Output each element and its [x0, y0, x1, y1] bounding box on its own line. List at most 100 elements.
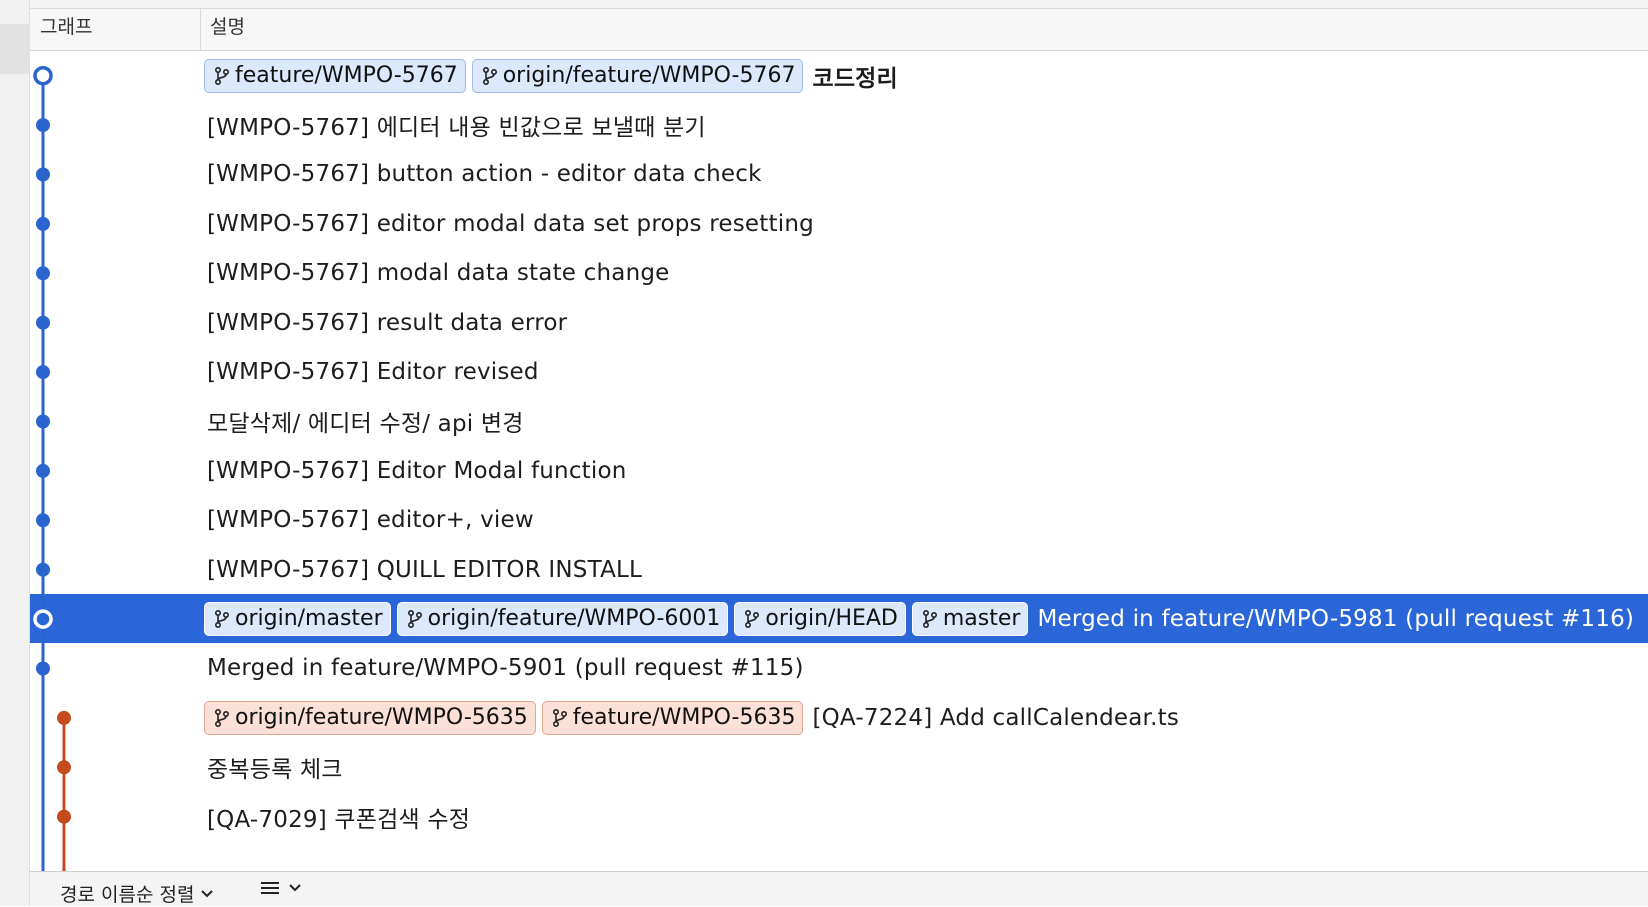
branch-tag[interactable]: feature/WMPO-5635 — [541, 700, 804, 735]
commit-node — [36, 216, 50, 231]
commit-node — [36, 562, 50, 577]
commit-description: origin/feature/WMPO-5635 feature/WMPO-563… — [204, 693, 1179, 742]
column-header: 그래프 설명 — [30, 9, 1648, 51]
branch-icon — [214, 708, 230, 727]
commit-row[interactable]: origin/feature/WMPO-5635 feature/WMPO-563… — [30, 693, 1648, 742]
commit-message: [WMPO-5767] modal data state change — [207, 260, 670, 287]
branch-tag-label: origin/master — [235, 606, 383, 632]
description-column-header[interactable]: 설명 — [200, 9, 245, 50]
commit-node — [36, 414, 50, 429]
commit-message: 중복등록 체크 — [207, 757, 343, 784]
branch-tag-label: feature/WMPO-5767 — [235, 63, 458, 88]
sort-label: 경로 이름순 정렬 — [60, 884, 195, 906]
commit-node — [36, 513, 50, 528]
commit-message: [WMPO-5767] editor modal data set props … — [207, 210, 814, 237]
commit-row[interactable]: 모달삭제/ 에디터 수정/ api 변경 — [30, 397, 1648, 446]
commit-message: [QA-7029] 쿠폰검색 수정 — [207, 806, 471, 833]
branch-tag[interactable]: feature/WMPO-5767 — [204, 58, 466, 93]
commit-row[interactable]: [WMPO-5767] 에디터 내용 빈값으로 보낼때 분기 — [30, 100, 1648, 149]
branch-icon — [745, 609, 760, 628]
sort-dropdown[interactable]: 경로 이름순 정렬 — [60, 880, 214, 907]
list-icon — [261, 882, 279, 894]
branch-tag[interactable]: origin/master — [204, 601, 391, 636]
branch-icon — [922, 609, 937, 628]
branch-tag[interactable]: origin/feature/WMPO-6001 — [396, 601, 729, 636]
commit-node — [57, 710, 71, 725]
branch-icon — [552, 708, 567, 727]
branch-tag-label: master — [942, 606, 1021, 632]
commit-row[interactable]: [WMPO-5767] Editor Modal function — [30, 446, 1648, 495]
branch-icon — [214, 66, 230, 85]
commit-message: [WMPO-5767] Editor Modal function — [207, 457, 627, 484]
commit-row[interactable]: [WMPO-5767] editor modal data set props … — [30, 199, 1648, 248]
graph-column-header[interactable]: 그래프 — [40, 9, 200, 50]
commit-row[interactable]: [WMPO-5767] QUILL EDITOR INSTALL — [30, 545, 1648, 594]
branch-tag[interactable]: origin/feature/WMPO-5635 — [204, 700, 536, 735]
commit-node — [36, 365, 50, 380]
branch-tag-label: origin/feature/WMPO-5635 — [235, 705, 528, 731]
branch-tag[interactable]: origin/HEAD — [734, 601, 906, 636]
commit-node — [33, 609, 53, 629]
branch-tag[interactable]: master — [911, 601, 1029, 636]
commit-description: 모달삭제/ 에디터 수정/ api 변경 — [204, 397, 524, 446]
commit-node — [57, 809, 71, 824]
bottom-toolbar: 경로 이름순 정렬 — [30, 871, 1648, 906]
commit-node — [36, 463, 50, 478]
commit-node — [36, 266, 50, 281]
commit-node — [36, 315, 50, 330]
commit-description: [WMPO-5767] modal data state change — [204, 249, 670, 298]
commit-description: [WMPO-5767] QUILL EDITOR INSTALL — [204, 545, 642, 594]
branch-tag[interactable]: origin/feature/WMPO-5767 — [471, 58, 804, 93]
commit-message: [WMPO-5767] QUILL EDITOR INSTALL — [207, 556, 643, 583]
list-view-dropdown[interactable] — [260, 880, 302, 896]
chevron-down-icon — [201, 889, 214, 897]
commit-row[interactable]: [WMPO-5767] button action - editor data … — [30, 150, 1648, 199]
commit-row[interactable]: [QA-7029] 쿠폰검색 수정 — [30, 792, 1648, 841]
commit-message: [WMPO-5767] editor+, view — [207, 507, 534, 534]
commit-description: Merged in feature/WMPO-5901 (pull reques… — [204, 644, 804, 693]
commit-description: [WMPO-5767] button action - editor data … — [204, 150, 762, 199]
commit-row[interactable]: feature/WMPO-5767 origin/feature/WMPO-576… — [30, 51, 1648, 100]
commit-row[interactable]: [WMPO-5767] result data error — [30, 298, 1648, 347]
commit-description: [WMPO-5767] result data error — [204, 298, 567, 347]
commit-node — [36, 661, 50, 676]
commit-node — [57, 760, 71, 775]
commit-list: feature/WMPO-5767 origin/feature/WMPO-576… — [30, 51, 1648, 871]
commit-description: [QA-7029] 쿠폰검색 수정 — [204, 792, 470, 841]
top-divider — [30, 0, 1648, 9]
branch-tag-label: origin/feature/WMPO-6001 — [427, 606, 721, 632]
chevron-down-icon — [289, 884, 301, 892]
commit-message: [QA-7224] Add callCalendear.ts — [812, 704, 1180, 731]
commit-row[interactable]: [WMPO-5767] Editor revised — [30, 347, 1648, 396]
commit-message: [WMPO-5767] result data error — [207, 309, 568, 336]
commit-row[interactable]: origin/master origin/feature/WMPO-6001 ori… — [30, 594, 1648, 644]
branch-tag-label: origin/HEAD — [765, 606, 898, 632]
branch-tag-label: origin/feature/WMPO-5767 — [502, 63, 796, 88]
commit-description: [WMPO-5767] 에디터 내용 빈값으로 보낼때 분기 — [204, 100, 706, 149]
commit-description: [WMPO-5767] editor+, view — [204, 496, 534, 545]
commit-row[interactable]: Merged in feature/WMPO-5901 (pull reques… — [30, 644, 1648, 693]
commit-node — [36, 167, 50, 182]
commit-message: 모달삭제/ 에디터 수정/ api 변경 — [207, 411, 524, 438]
commit-message: [WMPO-5767] button action - editor data … — [207, 161, 762, 188]
commit-description: [WMPO-5767] Editor Modal function — [204, 446, 627, 495]
branch-icon — [214, 609, 230, 628]
commit-description: [WMPO-5767] Editor revised — [204, 347, 539, 396]
commit-row[interactable]: 중복등록 체크 — [30, 743, 1648, 792]
commit-description: 중복등록 체크 — [204, 743, 343, 792]
commit-message: [WMPO-5767] 에디터 내용 빈값으로 보낼때 분기 — [207, 114, 706, 141]
sidebar-handle[interactable] — [0, 24, 30, 74]
branch-icon — [482, 66, 497, 85]
commit-description: feature/WMPO-5767 origin/feature/WMPO-576… — [204, 51, 898, 100]
commit-row[interactable]: [WMPO-5767] editor+, view — [30, 496, 1648, 545]
commit-graph — [33, 65, 71, 871]
commit-node — [36, 118, 50, 133]
commit-message: 코드정리 — [812, 65, 898, 92]
commit-node — [33, 65, 53, 86]
left-sidebar-strip — [0, 0, 30, 906]
branch-tag-label: feature/WMPO-5635 — [572, 705, 796, 731]
commit-description: [WMPO-5767] editor modal data set props … — [204, 199, 814, 248]
commit-message: Merged in feature/WMPO-5981 (pull reques… — [1037, 605, 1635, 632]
commit-row[interactable]: [WMPO-5767] modal data state change — [30, 249, 1648, 298]
commit-message: Merged in feature/WMPO-5901 (pull reques… — [207, 655, 804, 682]
